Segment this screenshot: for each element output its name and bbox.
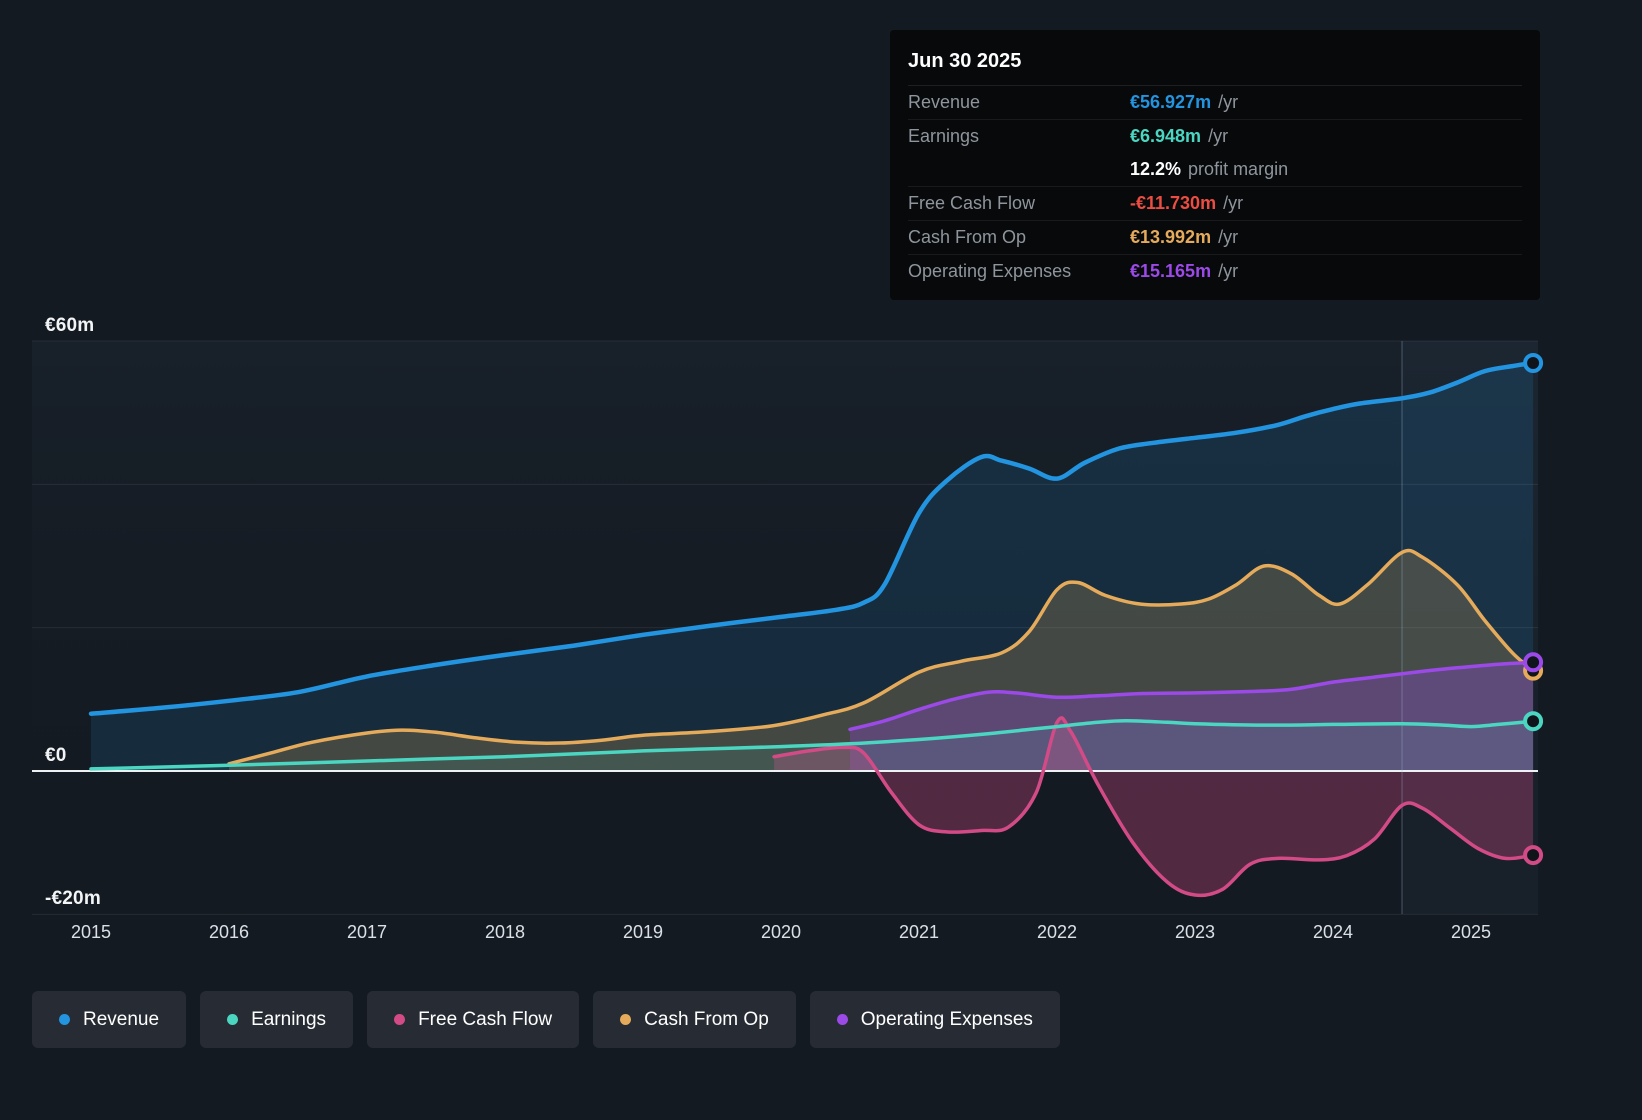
y-axis-label: -€20m (45, 888, 101, 910)
legend-item-earnings[interactable]: Earnings (200, 991, 354, 1048)
x-axis-label: 2019 (622, 922, 664, 942)
tooltip-row-value: 12.2% (1130, 159, 1182, 179)
x-axis-label: 2016 (208, 922, 250, 942)
legend-label: Cash From Op (644, 1008, 769, 1030)
tooltip-row-free-cash-flow: Free Cash Flow -€11.730m/yr (908, 186, 1522, 220)
tooltip-row-suffix: /yr (1223, 193, 1244, 213)
tooltip-row-value: €56.927m (1130, 92, 1212, 112)
tooltip-panel: Jun 30 2025 Revenue €56.927m/yr Earnings €6… (890, 30, 1540, 300)
x-axis-label: 2020 (760, 922, 802, 942)
legend-item-revenue[interactable]: Revenue (32, 991, 187, 1048)
tooltip-row-suffix: /yr (1218, 261, 1239, 281)
free-cash-flow-legend-dot-icon (394, 1014, 406, 1025)
revenue-legend-dot-icon (59, 1014, 70, 1025)
tooltip-row-operating-expenses: Operating Expenses €15.165m/yr (908, 254, 1522, 288)
legend-item-cash-from-op[interactable]: Cash From Op (593, 991, 796, 1048)
tooltip-row-suffix: /yr (1218, 92, 1239, 112)
earnings-legend-dot-icon (227, 1014, 239, 1025)
tooltip-row-profit-margin: 12.2% profit margin (908, 153, 1522, 186)
x-axis-label: 2017 (346, 922, 388, 942)
earnings-end-marker (1523, 711, 1544, 732)
tooltip-row-suffix: /yr (1208, 126, 1229, 146)
x-axis-label: 2018 (484, 922, 526, 942)
tooltip-row-label: Operating Expenses (908, 261, 1072, 281)
tooltip-rows: Revenue €56.927m/yr Earnings €6.948m/yr 12.2… (908, 86, 1522, 288)
tooltip-row-value: €6.948m (1130, 126, 1202, 146)
x-axis-label: 2021 (898, 922, 940, 942)
tooltip-row-label: Free Cash Flow (908, 193, 1036, 213)
x-axis-label: 2025 (1450, 922, 1492, 942)
legend-item-operating-expenses[interactable]: Operating Expenses (809, 991, 1060, 1048)
free-cash-flow-end-marker (1523, 845, 1544, 866)
tooltip-row-value: €15.165m (1130, 261, 1212, 281)
operating-expenses-end-marker (1523, 652, 1544, 673)
tooltip-row-cash-from-op: Cash From Op €13.992m/yr (908, 220, 1522, 254)
tooltip-row-value: €13.992m (1130, 227, 1212, 247)
tooltip-row-label: Cash From Op (908, 227, 1027, 247)
tooltip-row-revenue: Revenue €56.927m/yr (908, 86, 1522, 119)
tooltip-row-suffix: profit margin (1188, 159, 1289, 179)
tooltip-row-label: Revenue (908, 92, 981, 112)
x-axis-label: 2022 (1036, 922, 1078, 942)
legend-label: Earnings (251, 1008, 327, 1030)
tooltip-row-value: -€11.730m (1130, 193, 1217, 213)
operating-expenses-legend-dot-icon (836, 1014, 848, 1025)
legend-label: Revenue (83, 1008, 160, 1030)
tooltip-row-earnings: Earnings €6.948m/yr (908, 119, 1522, 153)
cash-from-op-legend-dot-icon (620, 1014, 632, 1025)
legend-item-free-cash-flow[interactable]: Free Cash Flow (367, 991, 580, 1048)
x-axis-label: 2024 (1312, 922, 1354, 942)
tooltip-row-suffix: /yr (1218, 227, 1239, 247)
legend-label: Free Cash Flow (418, 1008, 553, 1030)
tooltip-row-label: Earnings (908, 126, 980, 146)
tooltip-date: Jun 30 2025 (908, 44, 1522, 86)
revenue-end-marker (1523, 353, 1544, 374)
x-axis-label: 2023 (1174, 922, 1216, 942)
y-axis-label: €0 (45, 745, 67, 766)
y-axis-label: €60m (45, 315, 95, 336)
x-axis-label: 2015 (70, 922, 112, 942)
legend-label: Operating Expenses (860, 1008, 1033, 1030)
legend: Revenue Earnings Free Cash Flow Cash From O… (32, 991, 1060, 1048)
